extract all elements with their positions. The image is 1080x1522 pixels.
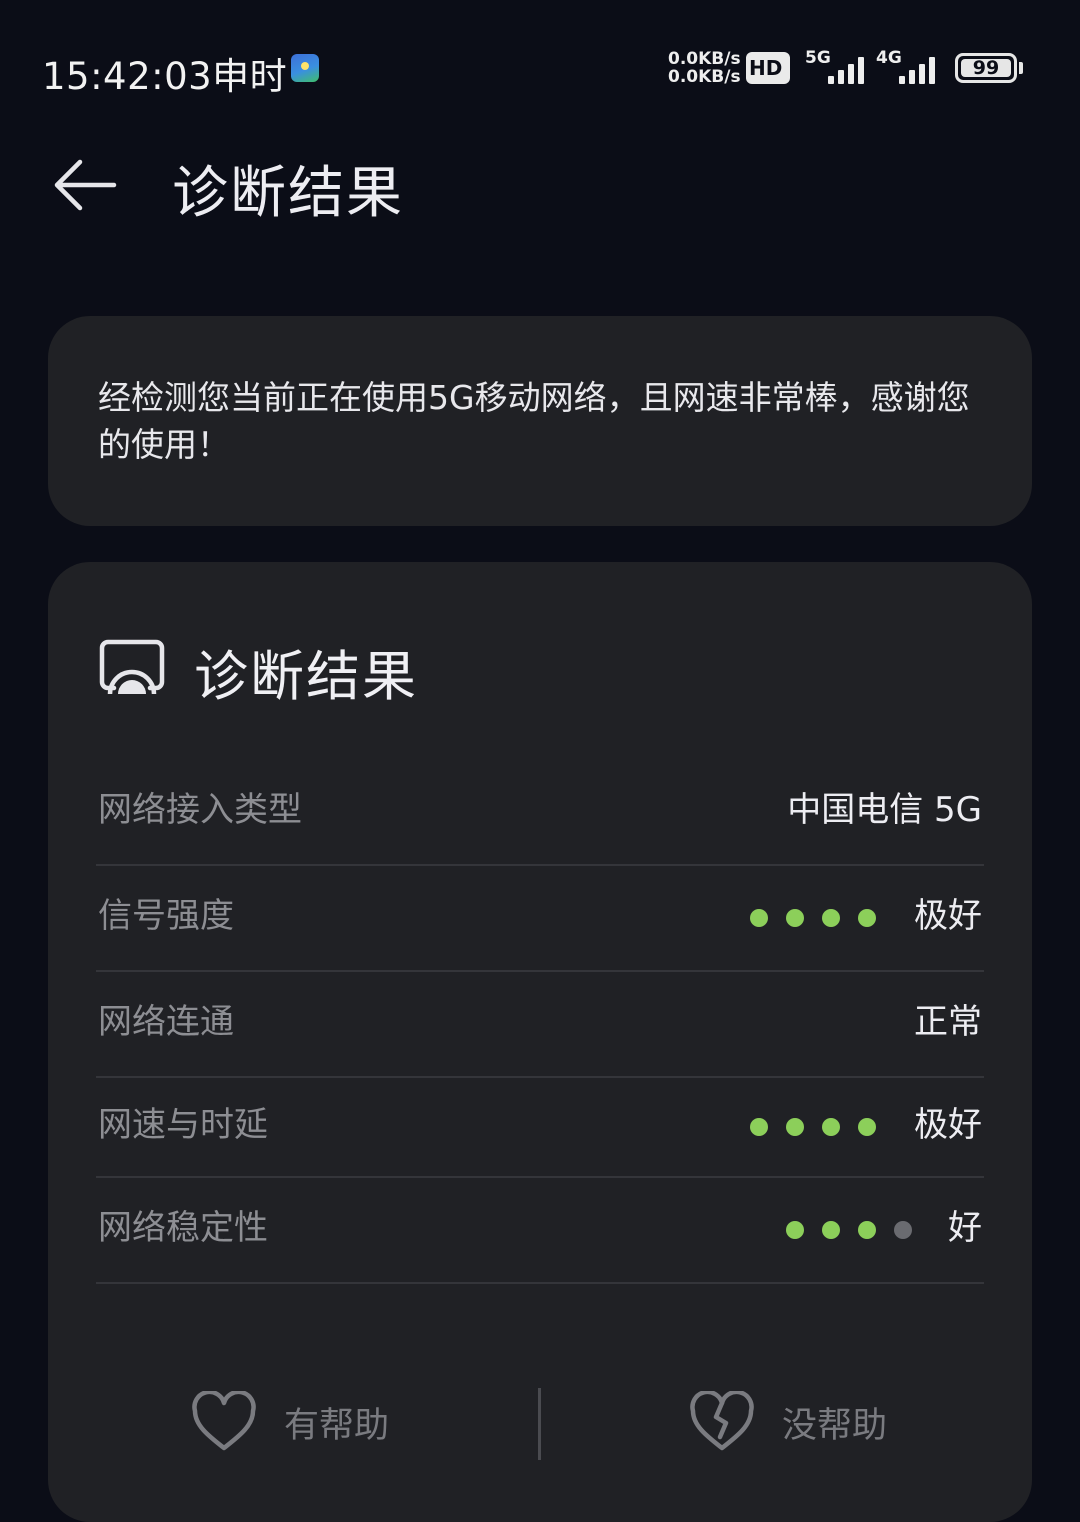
network-speed: 0.0KB/s 0.0KB/s <box>668 50 741 86</box>
row-value: 中国电信 5G <box>787 790 982 830</box>
network-speed-up: 0.0KB/s <box>668 49 741 69</box>
result-title: 诊断结果 <box>194 645 418 708</box>
back-arrow-icon <box>54 159 117 211</box>
result-row-stability: 网络稳定性 好 <box>96 1176 984 1284</box>
network-type-5g: 5G <box>805 48 831 68</box>
rating-dots <box>786 1221 912 1239</box>
rating-dot-filled <box>858 1118 876 1136</box>
row-label: 网络接入类型 <box>98 790 302 830</box>
signal-bars-icon <box>899 57 935 84</box>
result-row-access-type: 网络接入类型 中国电信 5G <box>96 758 984 866</box>
helpful-label: 有帮助 <box>284 1405 390 1446</box>
app-notification-icon <box>291 54 319 82</box>
rating-dot-filled <box>750 1118 768 1136</box>
row-label: 网速与时延 <box>98 1105 268 1145</box>
rating-dot-filled <box>858 909 876 927</box>
heart-icon <box>192 1391 256 1451</box>
network-type-4g: 4G <box>876 48 902 68</box>
network-speed-down: 0.0KB/s <box>668 67 741 87</box>
rating-dots <box>750 909 876 927</box>
row-value: 极好 <box>914 1105 982 1145</box>
result-row-speed-latency: 网速与时延 极好 <box>96 1076 984 1178</box>
battery-icon: 99 <box>955 53 1017 83</box>
back-button[interactable] <box>50 150 120 220</box>
status-time: 15:42:03申时 <box>42 55 288 98</box>
rating-dot-filled <box>822 1221 840 1239</box>
result-row-signal-strength: 信号强度 极好 <box>96 864 984 972</box>
row-value: 好 <box>948 1208 982 1248</box>
rating-dot-filled <box>822 909 840 927</box>
not-helpful-button[interactable]: 没帮助 <box>688 1382 887 1462</box>
rating-dot-filled <box>786 1118 804 1136</box>
summary-text: 经检测您当前正在使用5G移动网络，且网速非常棒，感谢您的使用！ <box>98 378 970 464</box>
rating-dot-filled <box>858 1221 876 1239</box>
rating-dot-empty <box>894 1221 912 1239</box>
battery-level: 99 <box>961 59 1011 78</box>
row-label: 网络稳定性 <box>98 1208 268 1248</box>
signal-bars-icon <box>828 57 864 84</box>
screen-cast-icon <box>99 639 165 695</box>
row-value: 极好 <box>914 896 982 936</box>
page-title: 诊断结果 <box>172 161 404 226</box>
status-bar: 15:42:03申时 0.0KB/s 0.0KB/s HD 5G 4G 99 <box>0 0 1080 130</box>
rating-dot-filled <box>786 1221 804 1239</box>
rating-dot-filled <box>750 909 768 927</box>
feedback-divider <box>538 1388 541 1460</box>
rating-dot-filled <box>786 909 804 927</box>
helpful-button[interactable]: 有帮助 <box>190 1382 389 1462</box>
row-label: 网络连通 <box>98 1002 234 1042</box>
result-card: 诊断结果 网络接入类型 中国电信 5G 信号强度 极好 网络连通 正常 网速与时… <box>48 562 1032 1522</box>
battery-tip <box>1019 62 1023 74</box>
row-value: 正常 <box>914 1002 982 1042</box>
not-helpful-label: 没帮助 <box>782 1405 888 1446</box>
rating-dot-filled <box>822 1118 840 1136</box>
rating-dots <box>750 1118 876 1136</box>
broken-heart-icon <box>690 1391 754 1451</box>
result-row-connectivity: 网络连通 正常 <box>96 970 984 1078</box>
row-label: 信号强度 <box>98 896 234 936</box>
hd-voice-icon: HD <box>746 52 790 84</box>
summary-card: 经检测您当前正在使用5G移动网络，且网速非常棒，感谢您的使用！ <box>48 316 1032 526</box>
